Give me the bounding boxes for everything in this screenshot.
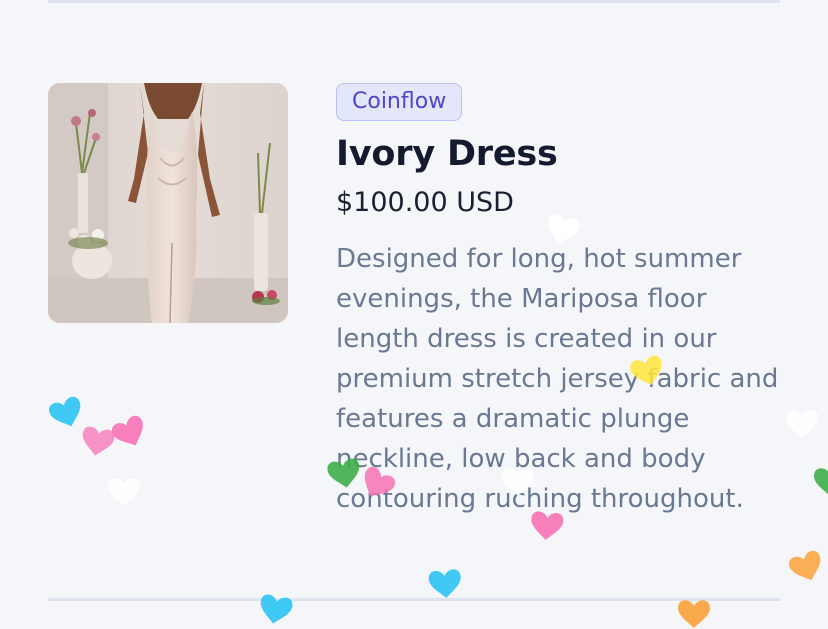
heart-icon (47, 394, 87, 432)
product-title: Ivory Dress (336, 134, 558, 174)
product-price: $100.00 USD (336, 187, 514, 218)
heart-icon (428, 568, 463, 600)
merchant-badge: Coinflow (336, 83, 463, 121)
heart-icon (678, 600, 710, 628)
product-description: Designed for long, hot summer evenings, … (336, 244, 779, 514)
heart-icon (109, 413, 151, 453)
heart-icon (787, 548, 827, 586)
dress-photo (48, 83, 288, 323)
heart-icon (786, 410, 818, 438)
bottom-divider (48, 598, 780, 601)
top-divider (48, 0, 780, 3)
heart-icon (79, 425, 116, 459)
product-image (48, 83, 288, 323)
heart-icon (814, 468, 828, 496)
heart-icon (108, 478, 140, 506)
